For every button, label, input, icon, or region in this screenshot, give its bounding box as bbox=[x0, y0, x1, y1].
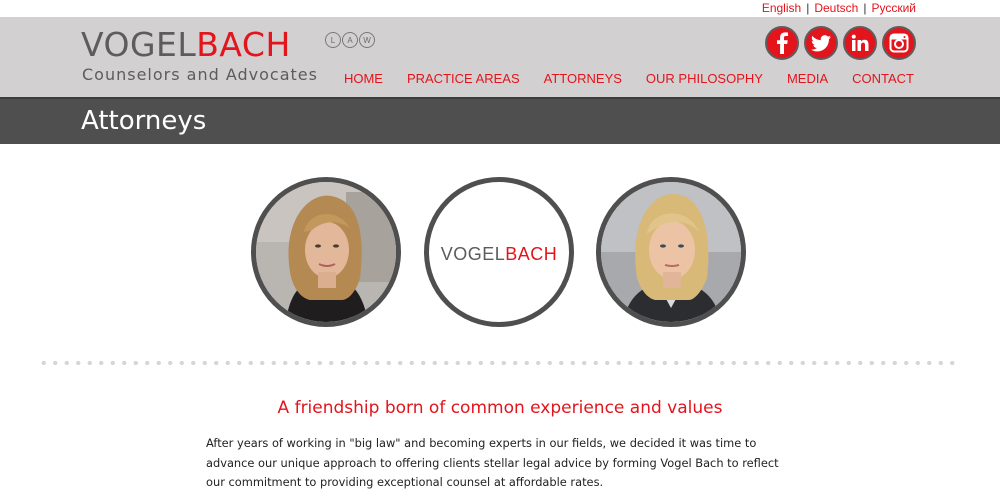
nav-media[interactable]: MEDIA bbox=[787, 71, 828, 86]
center-logo-wordmark: VOGELBACH bbox=[429, 244, 569, 265]
language-bar: English | Deutsch | Русский bbox=[0, 0, 1000, 17]
logo-wordmark: VOGELBACH bbox=[81, 27, 291, 63]
page-title-band: Attorneys bbox=[0, 97, 1000, 144]
logo-tagline: Counselors and Advocates bbox=[82, 65, 318, 84]
logo-bach: BACH bbox=[196, 25, 291, 64]
separator: | bbox=[863, 1, 867, 15]
social-links bbox=[765, 26, 916, 60]
twitter-icon[interactable] bbox=[804, 26, 838, 60]
separator: | bbox=[806, 1, 810, 15]
site-logo[interactable]: VOGELBACH L A W Counselors and Advocates bbox=[81, 27, 381, 87]
language-russian-link[interactable]: Русский bbox=[871, 1, 916, 15]
firm-logo-circle[interactable]: VOGELBACH bbox=[424, 177, 574, 327]
language-deutsch-link[interactable]: Deutsch bbox=[814, 1, 858, 15]
logo-vogel: VOGEL bbox=[81, 25, 197, 64]
language-links: English | Deutsch | Русский bbox=[762, 1, 916, 15]
portrait-image-left bbox=[256, 182, 396, 322]
attorney-portrait-right[interactable] bbox=[596, 177, 746, 327]
section-heading: A friendship born of common experience a… bbox=[277, 398, 723, 418]
site-header: VOGELBACH L A W Counselors and Advocates… bbox=[0, 17, 1000, 97]
logo-law-badge: L A W bbox=[325, 32, 376, 48]
law-letter: A bbox=[342, 32, 358, 48]
center-logo-bach: BACH bbox=[505, 244, 558, 264]
nav-contact[interactable]: CONTACT bbox=[852, 71, 914, 86]
linkedin-icon[interactable] bbox=[843, 26, 877, 60]
dotted-divider bbox=[38, 360, 958, 366]
law-letter: W bbox=[359, 32, 375, 48]
main-nav: HOME PRACTICE AREAS ATTORNEYS OUR PHILOS… bbox=[344, 71, 914, 86]
law-letter: L bbox=[325, 32, 341, 48]
attorney-portrait-left[interactable] bbox=[251, 177, 401, 327]
instagram-icon[interactable] bbox=[882, 26, 916, 60]
page-title: Attorneys bbox=[81, 106, 207, 136]
nav-practice-areas[interactable]: PRACTICE AREAS bbox=[407, 71, 520, 86]
nav-home[interactable]: HOME bbox=[344, 71, 383, 86]
nav-attorneys[interactable]: ATTORNEYS bbox=[544, 71, 622, 86]
portrait-image-right bbox=[601, 182, 741, 322]
facebook-icon[interactable] bbox=[765, 26, 799, 60]
center-logo-vogel: VOGEL bbox=[440, 244, 506, 264]
language-english-link[interactable]: English bbox=[762, 1, 801, 15]
intro-paragraph: After years of working in "big law" and … bbox=[206, 436, 779, 489]
nav-our-philosophy[interactable]: OUR PHILOSOPHY bbox=[646, 71, 763, 86]
